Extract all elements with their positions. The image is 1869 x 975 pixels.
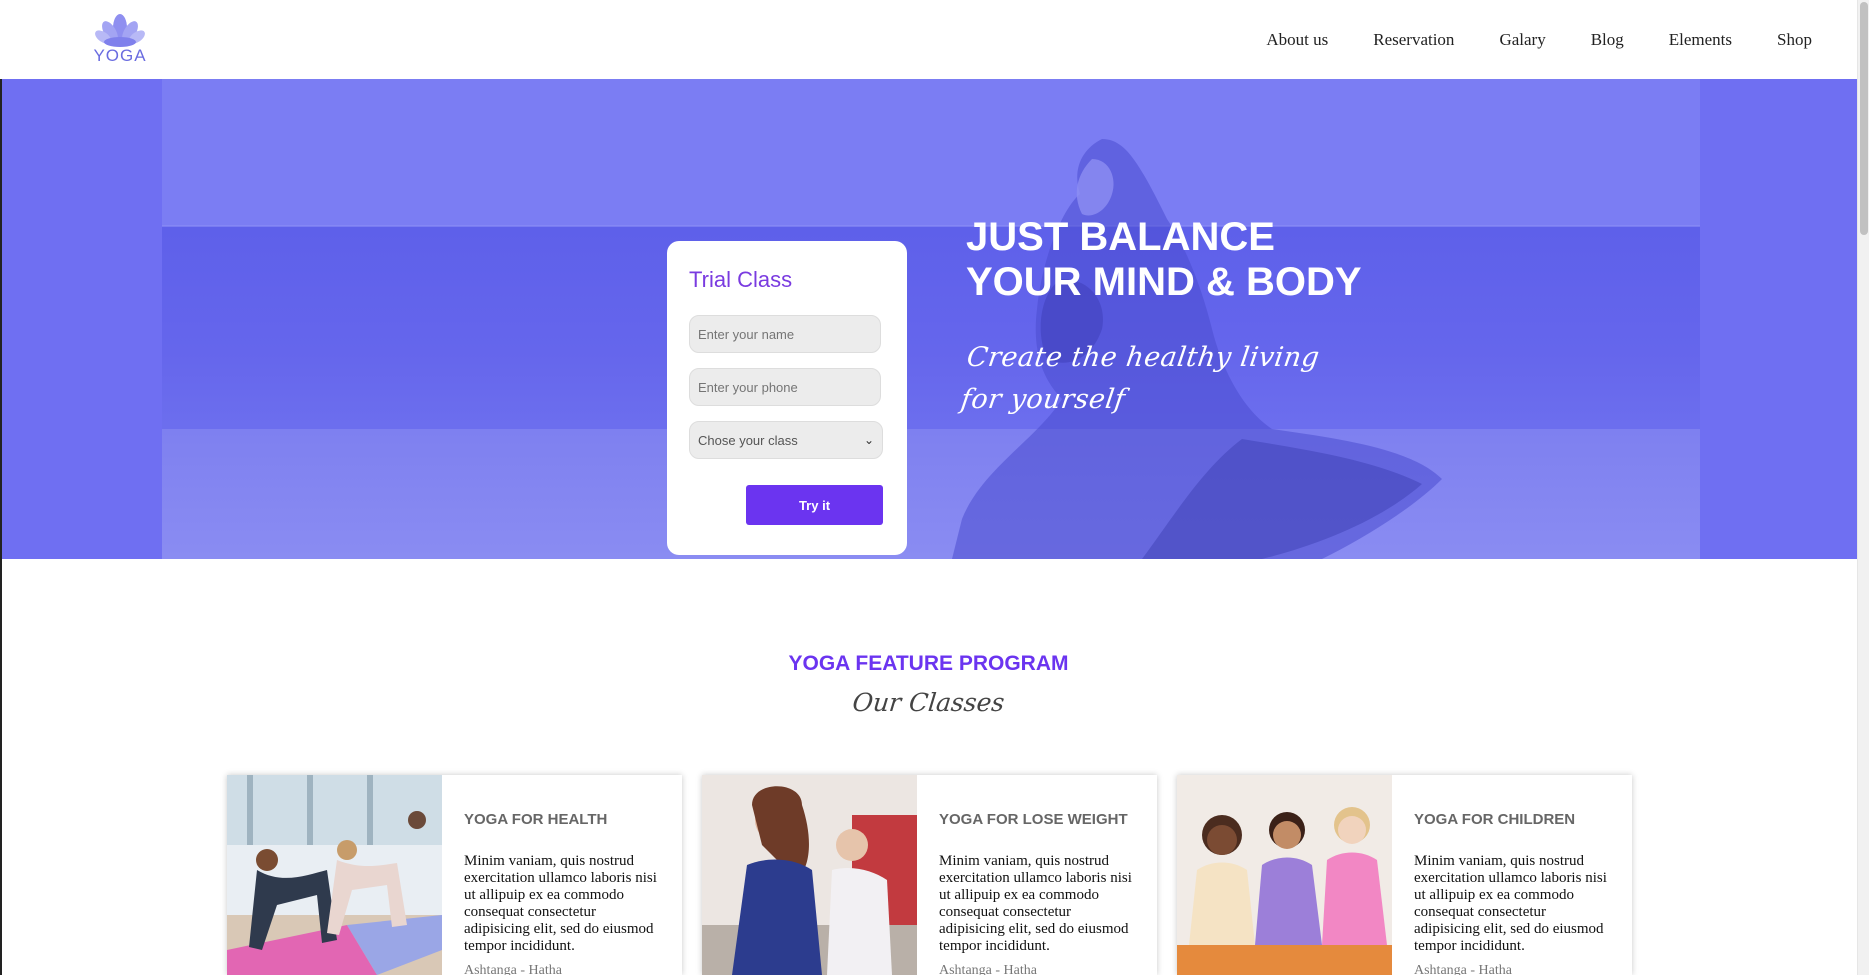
class-select-value: Chose your class [698,432,798,448]
class-card-tag: Ashtanga - Hatha [939,963,1037,975]
hero-banner: Trial Class Chose your class ⌄ Try it JU… [2,79,1857,559]
class-cards: YOGA FOR HEALTH Minim vaniam, quis nostr… [227,775,1633,975]
logo[interactable]: YOGA [92,12,148,68]
nav-shop[interactable]: Shop [1777,30,1812,50]
class-image-children [1177,775,1392,975]
class-card-body: YOGA FOR LOSE WEIGHT Minim vaniam, quis … [939,811,1139,975]
nav-elements[interactable]: Elements [1669,30,1732,50]
trial-class-title: Trial Class [689,267,793,292]
main-nav: About us Reservation Galary Blog Element… [1266,30,1812,50]
class-card-text: Minim vaniam, quis nostrud exercitation … [464,853,657,954]
class-card-title: YOGA FOR HEALTH [464,811,608,828]
nav-blog[interactable]: Blog [1591,30,1624,50]
name-input[interactable] [689,315,881,353]
class-card-body: YOGA FOR CHILDREN Minim vaniam, quis nos… [1414,811,1614,975]
hero-heading-line1: JUST BALANCE [966,215,1275,259]
hero-heading: JUST BALANCE YOUR MIND & BODY [966,215,1362,305]
hero-tagline-line1: Create the healthy living [964,342,1322,373]
phone-input[interactable] [689,368,881,406]
class-card[interactable]: YOGA FOR LOSE WEIGHT Minim vaniam, quis … [702,775,1157,975]
class-card[interactable]: YOGA FOR HEALTH Minim vaniam, quis nostr… [227,775,682,975]
class-select[interactable]: Chose your class ⌄ [689,421,883,459]
nav-galary[interactable]: Galary [1499,30,1545,50]
chevron-down-icon: ⌄ [863,433,874,447]
feature-title: YOGA FEATURE PROGRAM [788,652,1069,675]
try-it-button[interactable]: Try it [746,485,883,525]
class-card-title: YOGA FOR CHILDREN [1414,811,1576,828]
trial-class-form: Trial Class Chose your class ⌄ Try it [667,241,907,555]
class-image-lose-weight [702,775,917,975]
lotus-icon [95,14,145,47]
class-card-text: Minim vaniam, quis nostrud exercitation … [1414,853,1607,954]
page-scrollbar[interactable] [1857,0,1869,975]
class-card-tag: Ashtanga - Hatha [1414,963,1512,975]
hero-tagline: Create the healthy living for yourself [958,337,1322,421]
feature-subtitle: Our Classes [851,688,1006,717]
class-card-tag: Ashtanga - Hatha [464,963,562,975]
hero-tagline-line2: for yourself [958,384,1128,415]
class-card-body: YOGA FOR HEALTH Minim vaniam, quis nostr… [464,811,664,975]
class-card-text: Minim vaniam, quis nostrud exercitation … [939,853,1132,954]
scrollbar-thumb[interactable] [1860,2,1868,235]
nav-about-us[interactable]: About us [1266,30,1328,50]
hero-heading-line2: YOUR MIND & BODY [966,260,1362,304]
site-header: YOGA About us Reservation Galary Blog El… [0,0,1857,79]
hero-photo [162,79,1700,559]
logo-text: YOGA [93,46,147,65]
class-card-title: YOGA FOR LOSE WEIGHT [939,811,1128,828]
class-card[interactable]: YOGA FOR CHILDREN Minim vaniam, quis nos… [1177,775,1632,975]
class-image-health [227,775,442,975]
nav-reservation[interactable]: Reservation [1373,30,1454,50]
